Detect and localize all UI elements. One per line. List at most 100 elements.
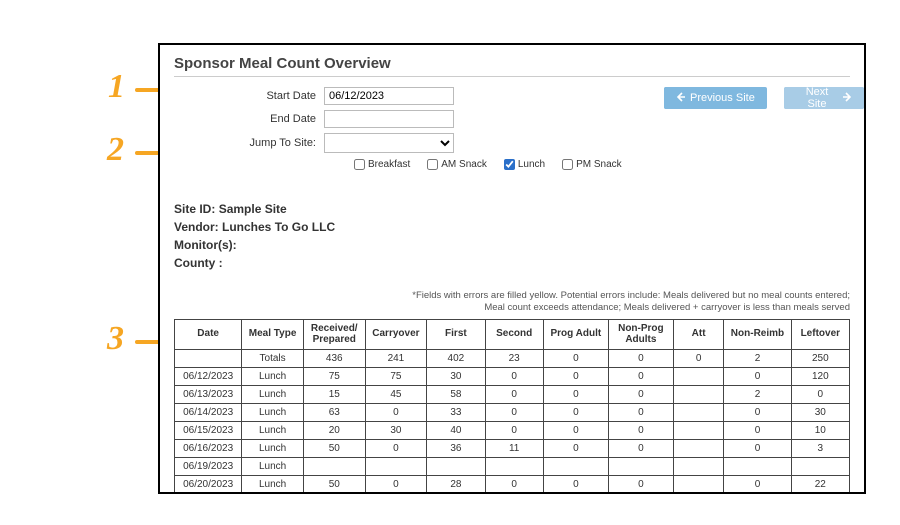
table-cell: 2 — [724, 349, 791, 367]
table-header-cell: Date — [175, 319, 242, 349]
table-row: 06/14/2023Lunch63033000030 — [175, 403, 850, 421]
table-cell — [427, 457, 485, 475]
table-header-cell: Non-Reimb — [724, 319, 791, 349]
table-cell: 0 — [543, 367, 608, 385]
table-cell: 0 — [724, 403, 791, 421]
table-row: 06/20/2023Lunch50028000022 — [175, 475, 850, 493]
table-cell: 0 — [365, 403, 427, 421]
previous-site-button[interactable]: Previous Site — [664, 87, 767, 109]
table-row: Totals436241402230002250 — [175, 349, 850, 367]
table-cell: 241 — [365, 349, 427, 367]
table-cell: 0 — [608, 349, 673, 367]
table-cell: 22 — [791, 475, 849, 493]
table-cell: 0 — [485, 403, 543, 421]
callout-3-number: 3 — [107, 320, 124, 358]
table-cell: 0 — [608, 385, 673, 403]
table-cell: Lunch — [242, 457, 304, 475]
table-cell: 0 — [543, 475, 608, 493]
next-site-button[interactable]: Next Site — [784, 87, 864, 109]
county-label: County : — [174, 256, 223, 270]
table-cell — [175, 349, 242, 367]
table-cell: 0 — [673, 349, 723, 367]
table-cell: 402 — [427, 349, 485, 367]
vendor-label: Vendor: — [174, 220, 219, 234]
table-cell: 06/16/2023 — [175, 439, 242, 457]
pm-snack-checkbox[interactable] — [562, 159, 573, 170]
table-cell — [673, 385, 723, 403]
table-row: 06/15/2023Lunch203040000010 — [175, 421, 850, 439]
table-cell — [543, 457, 608, 475]
table-cell — [303, 457, 365, 475]
table-cell: 45 — [365, 385, 427, 403]
table-cell: 0 — [365, 475, 427, 493]
callout-2-number: 2 — [107, 131, 124, 169]
table-cell: 0 — [365, 439, 427, 457]
start-date-label: Start Date — [174, 90, 324, 102]
table-cell: 0 — [724, 367, 791, 385]
table-cell: 0 — [724, 439, 791, 457]
table-cell: 0 — [608, 367, 673, 385]
breakfast-checkbox[interactable] — [354, 159, 365, 170]
table-row: 06/13/2023Lunch15455800020 — [175, 385, 850, 403]
table-cell: 0 — [543, 349, 608, 367]
jump-to-site-label: Jump To Site: — [174, 137, 324, 149]
page-title: Sponsor Meal Count Overview — [174, 55, 850, 72]
table-cell: 28 — [427, 475, 485, 493]
table-cell — [791, 457, 849, 475]
table-cell: 50 — [303, 439, 365, 457]
table-cell: 0 — [485, 475, 543, 493]
table-cell: 06/14/2023 — [175, 403, 242, 421]
table-cell: 06/12/2023 — [175, 367, 242, 385]
table-header-cell: Meal Type — [242, 319, 304, 349]
end-date-input[interactable] — [324, 110, 454, 128]
table-cell: 2 — [724, 385, 791, 403]
table-cell: 06/20/2023 — [175, 475, 242, 493]
end-date-label: End Date — [174, 113, 324, 125]
table-cell — [485, 457, 543, 475]
table-cell: 30 — [791, 403, 849, 421]
monitor-label: Monitor(s): — [174, 238, 237, 252]
table-cell: 250 — [791, 349, 849, 367]
table-cell: 0 — [485, 367, 543, 385]
table-cell: 0 — [543, 385, 608, 403]
table-footnote: *Fields with errors are filled yellow. P… — [174, 290, 850, 315]
am-snack-checkbox-label[interactable]: AM Snack — [427, 159, 487, 170]
next-site-label: Next Site — [796, 86, 838, 110]
meal-type-filter: Breakfast AM Snack Lunch PM Snack — [354, 159, 850, 170]
start-date-input[interactable] — [324, 87, 454, 105]
table-cell: 23 — [485, 349, 543, 367]
table-cell: Totals — [242, 349, 304, 367]
table-cell — [673, 421, 723, 439]
table-cell — [365, 457, 427, 475]
pm-snack-text: PM Snack — [576, 159, 622, 170]
jump-to-site-select[interactable] — [324, 133, 454, 153]
am-snack-text: AM Snack — [441, 159, 487, 170]
pm-snack-checkbox-label[interactable]: PM Snack — [562, 159, 622, 170]
table-cell: 63 — [303, 403, 365, 421]
am-snack-checkbox[interactable] — [427, 159, 438, 170]
table-cell — [673, 403, 723, 421]
table-cell: 40 — [427, 421, 485, 439]
table-cell: Lunch — [242, 421, 304, 439]
arrow-left-icon — [676, 92, 686, 105]
table-cell: Lunch — [242, 385, 304, 403]
table-cell: 0 — [543, 403, 608, 421]
table-cell: 436 — [303, 349, 365, 367]
table-cell — [673, 367, 723, 385]
callout-1-number: 1 — [108, 68, 125, 106]
lunch-text: Lunch — [518, 159, 545, 170]
table-cell: 120 — [791, 367, 849, 385]
table-cell: Lunch — [242, 475, 304, 493]
breakfast-checkbox-label[interactable]: Breakfast — [354, 159, 410, 170]
table-cell: 3 — [791, 439, 849, 457]
table-cell: 0 — [485, 421, 543, 439]
table-row: 06/16/2023Lunch50036110003 — [175, 439, 850, 457]
table-cell: Lunch — [242, 367, 304, 385]
table-header-cell: Leftover — [791, 319, 849, 349]
table-cell — [724, 457, 791, 475]
lunch-checkbox-label[interactable]: Lunch — [504, 159, 545, 170]
table-cell: 0 — [543, 421, 608, 439]
table-cell: 0 — [608, 475, 673, 493]
lunch-checkbox[interactable] — [504, 159, 515, 170]
table-cell: 0 — [791, 385, 849, 403]
